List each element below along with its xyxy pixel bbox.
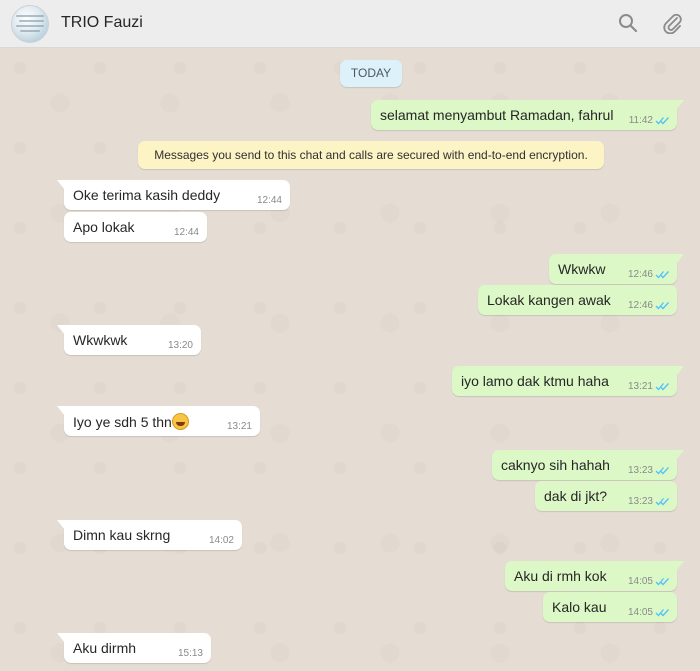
incoming-message[interactable]: Aku dirmh 15:13 bbox=[57, 633, 211, 663]
outgoing-message[interactable]: Kalo kau 14:05 bbox=[543, 592, 677, 622]
search-icon[interactable] bbox=[617, 12, 639, 34]
outgoing-message[interactable]: selamat menyambut Ramadan, fahrul 11:42 bbox=[371, 100, 684, 130]
outgoing-message[interactable]: caknyo sih hahah 13:23 bbox=[492, 450, 684, 480]
message-time: 14:05 bbox=[627, 576, 653, 587]
message-text: Lokak kangen awak bbox=[487, 292, 611, 308]
double-check-icon bbox=[655, 383, 669, 391]
outgoing-message[interactable]: iyo lamo dak ktmu haha 13:21 bbox=[452, 366, 684, 396]
message-text: caknyo sih hahah bbox=[501, 457, 610, 473]
message-text: Apo lokak bbox=[73, 219, 135, 235]
message-time: 13:23 bbox=[627, 496, 653, 507]
message-text: Aku di rmh kok bbox=[514, 568, 607, 584]
incoming-message[interactable]: Dimn kau skrng 14:02 bbox=[57, 520, 242, 550]
outgoing-message[interactable]: Wkwkw 12:46 bbox=[549, 254, 684, 284]
group-avatar[interactable] bbox=[11, 5, 49, 43]
double-check-icon bbox=[655, 302, 669, 310]
message-text: Wkwkw bbox=[558, 261, 606, 277]
message-text: Oke terima kasih deddy bbox=[73, 187, 221, 203]
message-time: 12:44 bbox=[173, 227, 199, 238]
rolling-laughing-emoji-icon bbox=[171, 413, 189, 430]
message-text: Iyo ye sdh 5 thn bbox=[73, 414, 172, 430]
message-time: 12:46 bbox=[627, 269, 653, 280]
date-separator: TODAY bbox=[340, 60, 402, 87]
incoming-message[interactable]: Iyo ye sdh 5 thn 13:21 bbox=[57, 406, 260, 436]
outgoing-message[interactable]: Aku di rmh kok 14:05 bbox=[505, 561, 684, 591]
message-time: 12:44 bbox=[256, 195, 282, 206]
double-check-icon bbox=[655, 117, 669, 125]
message-time: 13:21 bbox=[226, 421, 252, 432]
message-text: dak di jkt? bbox=[544, 488, 608, 504]
paperclip-icon[interactable] bbox=[661, 12, 683, 34]
double-check-icon bbox=[655, 271, 669, 279]
outgoing-message[interactable]: Lokak kangen awak 12:46 bbox=[478, 285, 677, 315]
message-time: 14:02 bbox=[208, 535, 234, 546]
chat-header: TRIO Fauzi bbox=[0, 0, 700, 48]
incoming-message[interactable]: Wkwkwk 13:20 bbox=[57, 325, 201, 355]
message-time: 14:05 bbox=[627, 607, 653, 618]
message-time: 13:21 bbox=[627, 381, 653, 392]
incoming-message[interactable]: Apo lokak 12:44 bbox=[64, 212, 207, 242]
message-time: 11:42 bbox=[628, 115, 653, 126]
double-check-icon bbox=[655, 609, 669, 617]
message-time: 12:46 bbox=[627, 300, 653, 311]
message-text: selamat menyambut Ramadan, fahrul bbox=[380, 107, 614, 123]
message-time: 13:23 bbox=[627, 465, 653, 476]
encryption-notice[interactable]: Messages you send to this chat and calls… bbox=[138, 141, 604, 169]
chat-title[interactable]: TRIO Fauzi bbox=[61, 14, 143, 32]
incoming-message[interactable]: Oke terima kasih deddy 12:44 bbox=[57, 180, 290, 210]
double-check-icon bbox=[655, 578, 669, 586]
message-text-wrap: Iyo ye sdh 5 thn bbox=[73, 413, 189, 430]
double-check-icon bbox=[655, 467, 669, 475]
message-text: iyo lamo dak ktmu haha bbox=[461, 373, 609, 389]
message-time: 15:13 bbox=[177, 648, 203, 659]
message-time: 13:20 bbox=[167, 340, 193, 351]
chat-panel[interactable]: TODAY selamat menyambut Ramadan, fahrul … bbox=[0, 48, 700, 671]
message-text: Dimn kau skrng bbox=[73, 527, 171, 543]
message-text: Kalo kau bbox=[552, 599, 607, 615]
double-check-icon bbox=[655, 498, 669, 506]
message-text: Wkwkwk bbox=[73, 332, 128, 348]
message-text: Aku dirmh bbox=[73, 640, 137, 656]
outgoing-message[interactable]: dak di jkt? 13:23 bbox=[535, 481, 677, 511]
